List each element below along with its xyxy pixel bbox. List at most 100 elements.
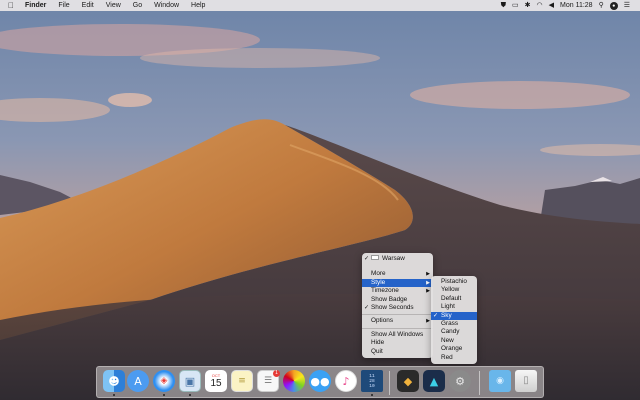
system-preferences-icon[interactable]: ⚙ xyxy=(449,370,471,392)
status-area: ⛊ ▭ ✱ ◠ ◀ Mon 11:28 ⚲ ● ☰ xyxy=(501,0,630,11)
menu-item-label: Candy xyxy=(441,328,460,336)
running-indicator xyxy=(113,394,115,396)
menu-bar:  Finder File Edit View Go Window Help ⛊… xyxy=(0,0,640,11)
menu-view[interactable]: View xyxy=(100,0,127,11)
menu-window[interactable]: Window xyxy=(148,0,185,11)
calendar-day: 15 xyxy=(210,378,222,389)
clock-context-menu: ✓ Warsaw More ▶ Style ▶ Timezone ▶ Show … xyxy=(362,253,433,358)
apple-menu-icon[interactable]:  xyxy=(3,1,19,10)
folder-icon[interactable]: ◉ xyxy=(489,370,511,392)
menu-item-label: Show All Windows xyxy=(371,330,424,338)
style-item-grass[interactable]: Grass xyxy=(431,320,477,328)
running-indicator xyxy=(371,394,373,396)
menu-item-quit[interactable]: Quit xyxy=(362,348,433,356)
menu-item-label: Orange xyxy=(441,345,463,353)
menu-app-name[interactable]: Finder xyxy=(19,0,52,11)
running-indicator xyxy=(189,394,191,396)
menu-item-label: More xyxy=(371,270,386,278)
menu-item-timezone[interactable]: Timezone ▶ xyxy=(362,287,433,295)
clock-app-icon[interactable]: 11 28 10 xyxy=(361,370,383,392)
notes-icon[interactable]: ≡ xyxy=(231,370,253,392)
spotlight-icon[interactable]: ⚲ xyxy=(599,0,604,11)
menu-item-options[interactable]: Options ▶ xyxy=(362,317,433,325)
style-item-light[interactable]: Light xyxy=(431,303,477,311)
notification-badge: 1 xyxy=(273,370,280,377)
menu-separator xyxy=(362,314,433,316)
menu-help[interactable]: Help xyxy=(185,0,211,11)
menu-item-hide[interactable]: Hide xyxy=(362,339,433,347)
style-item-candy[interactable]: Candy xyxy=(431,328,477,336)
safari-icon[interactable]: ◈ xyxy=(153,370,175,392)
menu-item-clock-location[interactable]: ✓ Warsaw xyxy=(362,255,433,263)
clock-seconds: 10 xyxy=(369,383,375,389)
menu-gap xyxy=(362,263,433,270)
messages-icon[interactable]: ●● xyxy=(309,370,331,392)
menu-item-label: Red xyxy=(441,353,453,361)
menu-item-show-seconds[interactable]: ✓ Show Seconds xyxy=(362,304,433,312)
user-icon[interactable]: ● xyxy=(609,1,618,10)
menu-item-label: New xyxy=(441,336,454,344)
volume-icon[interactable]: ◀ xyxy=(549,0,554,11)
menu-item-label: Style xyxy=(371,278,386,286)
wifi-icon[interactable]: ◠ xyxy=(537,0,543,11)
dock-divider xyxy=(389,371,390,395)
menu-item-label: Sky xyxy=(441,311,452,319)
trash-icon[interactable]: ▯ xyxy=(515,370,537,392)
menu-item-label: Options xyxy=(371,317,394,325)
sketch-icon[interactable]: ◆ xyxy=(397,370,419,392)
menu-item-label: Timezone xyxy=(371,287,399,295)
airplay-icon[interactable]: ▭ xyxy=(512,0,519,11)
notification-icon[interactable]: ☰ xyxy=(624,0,630,11)
style-item-red[interactable]: Red xyxy=(431,354,477,362)
style-item-pistachio[interactable]: Pistachio xyxy=(431,278,477,286)
desktop-wallpaper xyxy=(0,0,640,400)
menu-item-label: Show Badge xyxy=(371,295,408,303)
menubar-clock[interactable]: Mon 11:28 xyxy=(560,0,593,11)
running-indicator xyxy=(163,394,165,396)
menu-item-label: Pistachio xyxy=(441,278,467,285)
menu-item-label: Light xyxy=(441,303,455,311)
menu-item-label: Show Seconds xyxy=(371,303,414,311)
menu-item-show-badge[interactable]: Show Badge xyxy=(362,296,433,304)
finder-icon[interactable]: ☻ xyxy=(103,370,125,392)
style-item-sky[interactable]: ✓ Sky xyxy=(431,311,477,320)
checkmark-icon: ✓ xyxy=(433,312,439,319)
menu-file[interactable]: File xyxy=(52,0,75,11)
wallpaper-image xyxy=(0,0,640,400)
submenu-arrow-icon: ▶ xyxy=(426,271,430,278)
shield-icon[interactable]: ⛊ xyxy=(501,0,506,11)
dock: ☻ A ◈ ▣ OCT 15 ≡ ☰ 1 ●● ♪ 11 28 10 ◆ ▲ ⚙… xyxy=(96,366,544,398)
menu-go[interactable]: Go xyxy=(127,0,148,11)
itunes-icon[interactable]: ♪ xyxy=(335,370,357,392)
submenu-arrow-icon: ▶ xyxy=(426,318,430,325)
mini-clock-icon xyxy=(371,255,379,261)
menu-item-label: Grass xyxy=(441,319,459,327)
calendar-icon[interactable]: OCT 15 xyxy=(205,370,227,392)
menu-separator xyxy=(362,327,433,329)
photos-icon[interactable] xyxy=(283,370,305,392)
menu-item-label: Default xyxy=(441,294,462,302)
menu-item-label: Warsaw xyxy=(382,255,405,262)
style-item-yellow[interactable]: Yellow xyxy=(431,286,477,294)
bluetooth-icon[interactable]: ✱ xyxy=(525,0,531,11)
submenu-arrow-icon: ▶ xyxy=(426,279,430,286)
checkmark-icon: ✓ xyxy=(364,256,370,262)
menu-item-label: Hide xyxy=(371,339,385,347)
style-item-orange[interactable]: Orange xyxy=(431,345,477,353)
menu-item-style[interactable]: Style ▶ xyxy=(362,278,433,288)
menu-item-more[interactable]: More ▶ xyxy=(362,270,433,278)
style-submenu: Pistachio Yellow Default Light ✓ Sky Gra… xyxy=(431,276,477,364)
menu-item-label: Quit xyxy=(371,347,383,355)
menu-edit[interactable]: Edit xyxy=(76,0,100,11)
style-item-new[interactable]: New xyxy=(431,337,477,345)
affinity-icon[interactable]: ▲ xyxy=(423,370,445,392)
dock-divider xyxy=(479,371,480,395)
menu-item-label: Yellow xyxy=(441,286,460,294)
app-store-icon[interactable]: A xyxy=(127,370,149,392)
checkmark-icon: ✓ xyxy=(364,304,370,311)
reminders-icon[interactable]: ☰ 1 xyxy=(257,370,280,392)
preview-icon[interactable]: ▣ xyxy=(179,370,201,392)
menu-item-show-all-windows[interactable]: Show All Windows xyxy=(362,331,433,339)
style-item-default[interactable]: Default xyxy=(431,295,477,303)
submenu-arrow-icon: ▶ xyxy=(426,288,430,295)
